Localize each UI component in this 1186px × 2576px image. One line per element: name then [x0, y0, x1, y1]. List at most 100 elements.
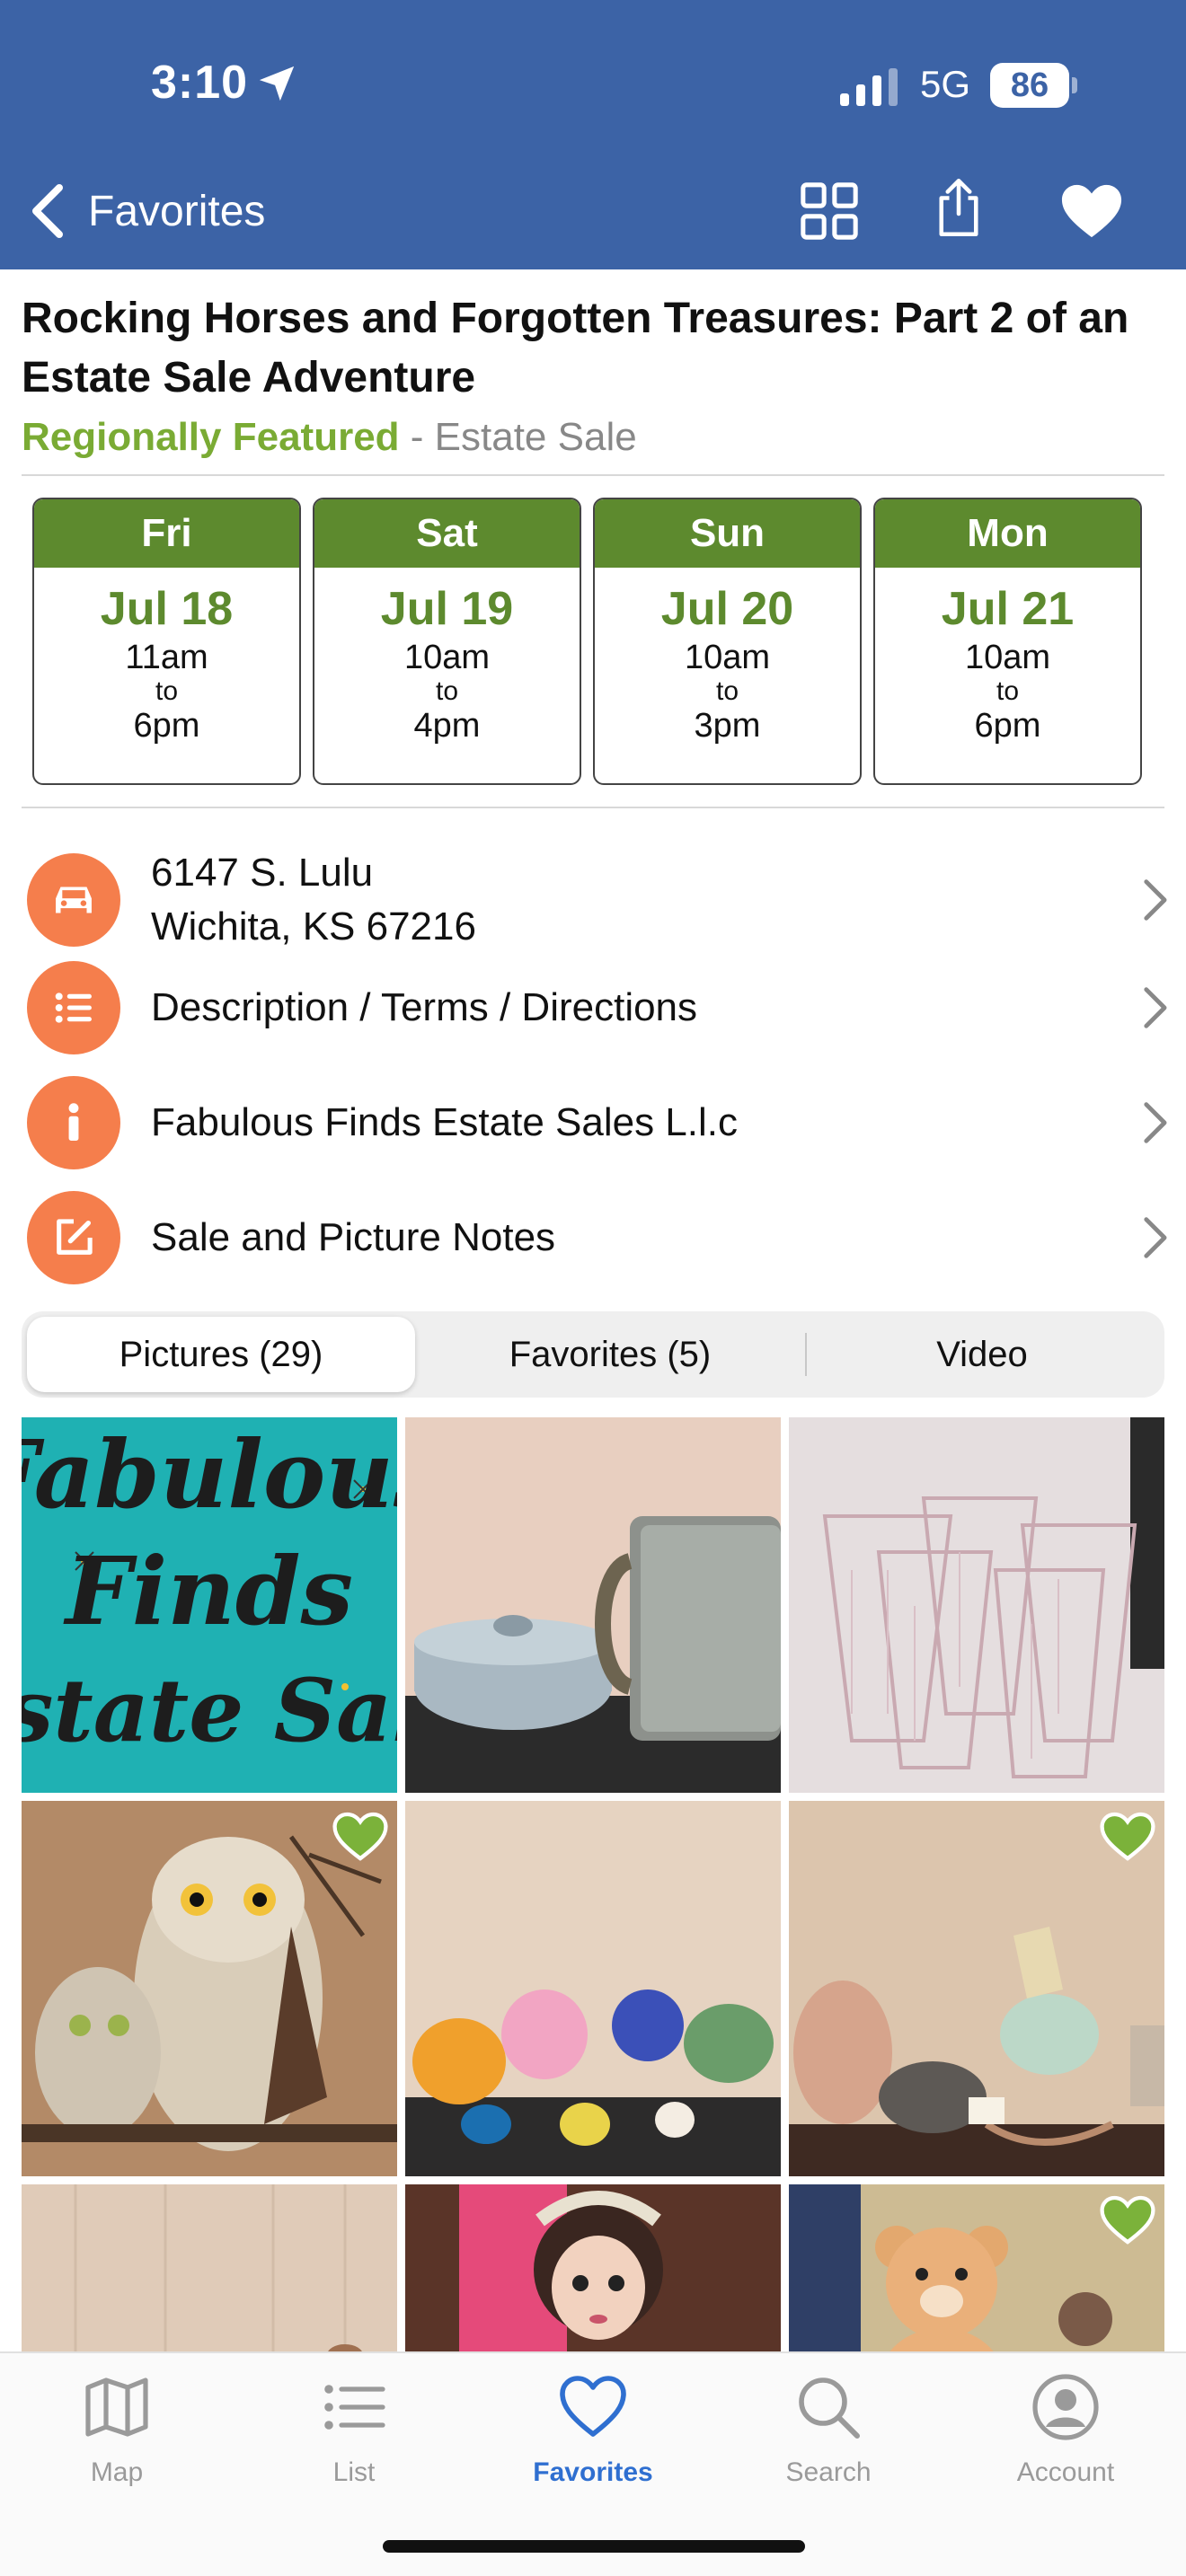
chevron-right-icon: [1144, 987, 1167, 1028]
map-icon: [85, 2378, 148, 2437]
day-start: 11am: [125, 639, 208, 676]
chevron-right-icon: [1144, 879, 1167, 921]
sale-separator: -: [399, 415, 435, 459]
day-start: 10am: [684, 639, 771, 676]
tab-map[interactable]: Map: [27, 2371, 207, 2488]
day-name: Mon: [875, 499, 1140, 568]
logo-line1: Fabulous: [22, 1419, 397, 1530]
tab-favorites[interactable]: Favorites: [503, 2371, 683, 2488]
logo-line2: Finds: [63, 1536, 353, 1646]
tab-search-label: Search: [785, 2457, 872, 2487]
list-icon: [27, 961, 120, 1054]
divider: [22, 474, 1164, 476]
day-card-sun: Sun Jul 20 10am to 3pm: [593, 498, 862, 785]
doll-image: [405, 2184, 781, 2351]
photo-thumbnail[interactable]: [405, 2184, 781, 2351]
favorited-heart-icon[interactable]: [1100, 1812, 1155, 1862]
status-time: 3:10: [151, 57, 249, 109]
sale-subtitle: Regionally Featured - Estate Sale: [22, 415, 637, 460]
favorited-heart-icon[interactable]: [1100, 2195, 1155, 2245]
tab-video[interactable]: Video: [805, 1317, 1159, 1392]
company-label: Fabulous Finds Estate Sales L.l.c: [151, 1100, 738, 1144]
tab-favorites-label: Favorites: [533, 2457, 653, 2487]
grid-icon[interactable]: [798, 180, 861, 243]
info-icon: [27, 1076, 120, 1169]
chevron-left-icon: [32, 184, 63, 238]
day-date: Jul 18: [100, 583, 234, 635]
day-date: Jul 20: [660, 583, 794, 635]
back-button[interactable]: Favorites: [27, 180, 265, 243]
tab-list[interactable]: List: [264, 2371, 444, 2488]
address-text: 6147 S. Lulu Wichita, KS 67216: [151, 846, 1141, 954]
photo-thumbnail[interactable]: [789, 2184, 1164, 2351]
back-label: Favorites: [88, 187, 266, 235]
tab-account-label: Account: [1016, 2457, 1115, 2487]
battery-icon: 86: [990, 63, 1077, 108]
tab-search[interactable]: Search: [739, 2371, 918, 2488]
pottery-image: [405, 1417, 781, 1793]
wall-image: [22, 2184, 397, 2351]
chevron-right-icon: [1144, 1217, 1167, 1258]
day-name: Sun: [595, 499, 860, 568]
day-end: 6pm: [974, 707, 1041, 745]
day-date: Jul 19: [380, 583, 514, 635]
home-indicator: [383, 2540, 805, 2553]
search-icon: [799, 2378, 860, 2439]
media-tabs: Pictures (29) Favorites (5) Video: [22, 1311, 1164, 1398]
day-name: Sat: [314, 499, 580, 568]
divider: [22, 807, 1164, 808]
day-to: to: [435, 676, 459, 706]
tab-map-label: Map: [90, 2457, 144, 2487]
car-icon: [27, 853, 120, 947]
description-label: Description / Terms / Directions: [151, 985, 698, 1029]
day-to: to: [996, 676, 1020, 706]
tab-pictures[interactable]: Pictures (29): [27, 1317, 415, 1392]
photo-thumbnail[interactable]: [22, 1801, 397, 2176]
glassware-image: [789, 1417, 1164, 1793]
heart-icon: [560, 2376, 626, 2437]
favorited-heart-icon[interactable]: [332, 1812, 388, 1862]
notes-label: Sale and Picture Notes: [151, 1215, 556, 1259]
notes-row[interactable]: Sale and Picture Notes: [27, 1191, 1168, 1284]
top-bar: 3:10 5G 86 Favorites: [0, 0, 1186, 269]
share-icon[interactable]: [927, 176, 990, 239]
day-start: 10am: [964, 639, 1051, 676]
day-end: 6pm: [133, 707, 200, 745]
logo-line3: Estate Sale: [22, 1660, 397, 1761]
company-row[interactable]: Fabulous Finds Estate Sales L.l.c: [27, 1076, 1168, 1169]
sale-type: Estate Sale: [434, 415, 637, 459]
address-line2: Wichita, KS 67216: [151, 904, 476, 948]
day-name: Fri: [34, 499, 299, 568]
photo-thumbnail[interactable]: [789, 1417, 1164, 1793]
photo-thumbnail[interactable]: [405, 1801, 781, 2176]
logo-image: Fabulous Finds Estate Sale: [22, 1417, 397, 1793]
tab-list-label: List: [332, 2457, 376, 2487]
day-end: 3pm: [694, 707, 761, 745]
tab-favorites[interactable]: Favorites (5): [415, 1317, 805, 1392]
day-start: 10am: [403, 639, 491, 676]
day-card-sat: Sat Jul 19 10am to 4pm: [313, 498, 581, 785]
network-label: 5G: [920, 63, 971, 105]
account-icon: [1032, 2374, 1099, 2440]
battery-level: 86: [1010, 66, 1049, 104]
photo-thumbnail[interactable]: [22, 2184, 397, 2351]
photo-thumbnail[interactable]: Fabulous Finds Estate Sale: [22, 1417, 397, 1793]
address-row[interactable]: 6147 S. Lulu Wichita, KS 67216: [27, 846, 1168, 954]
day-date: Jul 21: [941, 583, 1075, 635]
sale-title: Rocking Horses and Forgotten Treasures: …: [22, 295, 1129, 401]
location-arrow-icon: [259, 66, 295, 101]
chevron-right-icon: [1144, 1102, 1167, 1143]
edit-icon: [27, 1191, 120, 1284]
description-row[interactable]: Description / Terms / Directions: [27, 961, 1168, 1054]
list-icon: [324, 2385, 385, 2430]
signal-icon: [840, 68, 898, 106]
photo-thumbnail[interactable]: [405, 1417, 781, 1793]
photo-thumbnail[interactable]: [789, 1801, 1164, 2176]
heart-icon[interactable]: [1060, 180, 1123, 243]
sale-dates: Fri Jul 18 11am to 6pm Sat Jul 19 10am t…: [32, 498, 1142, 785]
figurines-image: [405, 1801, 781, 2176]
day-to: to: [715, 676, 739, 706]
day-card-fri: Fri Jul 18 11am to 6pm: [32, 498, 301, 785]
tab-account[interactable]: Account: [976, 2371, 1155, 2488]
day-card-mon: Mon Jul 21 10am to 6pm: [873, 498, 1142, 785]
